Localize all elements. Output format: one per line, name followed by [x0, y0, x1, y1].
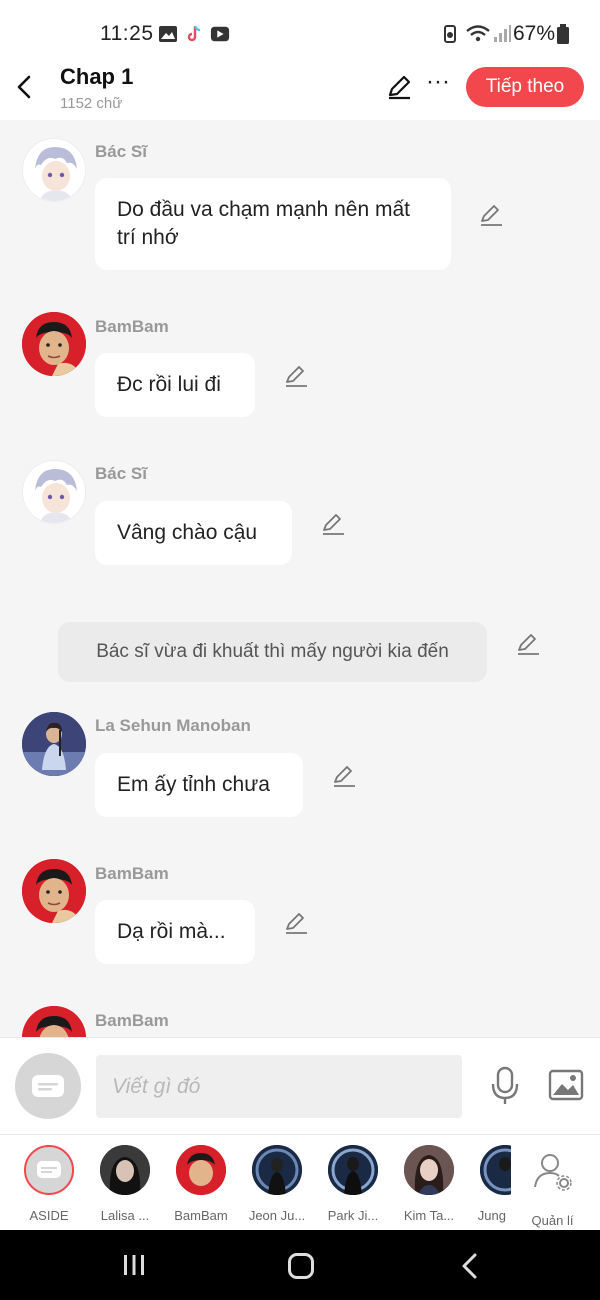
- character-label: Kim Ta...: [403, 1208, 455, 1223]
- speaker-name: BamBam: [95, 317, 169, 336]
- avatar-bac-si[interactable]: [22, 138, 86, 202]
- message-bubble[interactable]: Vâng chào cậu: [95, 501, 292, 565]
- edit-message-icon[interactable]: [283, 910, 309, 936]
- speaker-name: Bác Sĩ: [95, 142, 147, 161]
- image-icon[interactable]: [548, 1068, 584, 1102]
- edit-pen-icon[interactable]: [385, 73, 413, 101]
- character-lalisa[interactable]: Lalisa ...: [87, 1145, 163, 1223]
- aside-chat-icon: [32, 1075, 64, 1097]
- system-nav-bar: [0, 1230, 600, 1300]
- next-chapter-button[interactable]: Tiếp theo: [466, 67, 584, 107]
- edit-message-icon[interactable]: [478, 202, 504, 228]
- avatar: [176, 1145, 226, 1195]
- character-park-ji[interactable]: Park Ji...: [315, 1145, 391, 1223]
- character-bambam[interactable]: BamBam: [163, 1145, 239, 1223]
- avatar: [404, 1145, 454, 1195]
- avatar: [100, 1145, 150, 1195]
- status-bar: 11:25 67%: [0, 0, 600, 60]
- manage-label: Quản lí: [531, 1213, 574, 1228]
- avatar-bambam[interactable]: [22, 1006, 86, 1037]
- microphone-icon[interactable]: [490, 1066, 520, 1106]
- back-arrow-icon[interactable]: [10, 72, 40, 102]
- avatar: [252, 1145, 302, 1195]
- manage-characters-button[interactable]: Quản lí: [515, 1145, 590, 1228]
- message-bubble[interactable]: Đc rồi lui đi: [95, 353, 255, 417]
- chapter-header: Chap 1 1152 chữ ··· Tiếp theo: [0, 60, 600, 120]
- edit-message-icon[interactable]: [515, 631, 541, 657]
- character-label: ASIDE: [29, 1208, 69, 1223]
- youtube-icon: [210, 26, 230, 42]
- character-aside[interactable]: ASIDE: [11, 1145, 87, 1223]
- character-jeon-ju[interactable]: Jeon Ju...: [239, 1145, 315, 1223]
- aside-avatar: [24, 1145, 74, 1195]
- avatar-la-sehun-manoban[interactable]: [22, 712, 86, 776]
- speaker-name: BamBam: [95, 1011, 169, 1030]
- speaker-name: La Sehun Manoban: [95, 716, 251, 735]
- chat-area: Bác Sĩ Do đầu va chạm mạnh nên mất trí n…: [0, 120, 600, 1037]
- aside-toggle-button[interactable]: [15, 1053, 81, 1119]
- character-label: BamBam: [174, 1208, 228, 1223]
- nav-back-icon[interactable]: [458, 1253, 482, 1279]
- gallery-icon: [159, 26, 177, 42]
- more-options-icon[interactable]: ···: [425, 70, 451, 100]
- message-bubble[interactable]: Do đầu va chạm mạnh nên mất trí nhớ: [95, 178, 451, 270]
- narration-bubble[interactable]: Bác sĩ vừa đi khuất thì mấy người kia đế…: [58, 622, 487, 682]
- chapter-title: Chap 1: [60, 64, 134, 89]
- tiktok-icon: [187, 25, 201, 42]
- message-bubble[interactable]: Em ấy tỉnh chưa: [95, 753, 303, 817]
- wifi-icon: [466, 25, 490, 42]
- character-jung[interactable]: Jung: [467, 1145, 511, 1223]
- character-label: Jeon Ju...: [248, 1208, 306, 1223]
- word-count: 1152 chữ: [60, 95, 123, 112]
- message-input[interactable]: Viết gì đó: [96, 1055, 462, 1118]
- battery-icon: [557, 24, 569, 44]
- battery-percent: 67%: [513, 22, 556, 45]
- character-kim-ta[interactable]: Kim Ta...: [391, 1145, 467, 1223]
- edit-message-icon[interactable]: [283, 363, 309, 389]
- character-label: Jung: [477, 1208, 506, 1223]
- home-icon[interactable]: [288, 1253, 314, 1279]
- recent-apps-icon[interactable]: [122, 1254, 146, 1276]
- message-composer: Viết gì đó: [0, 1037, 600, 1134]
- avatar-bambam[interactable]: [22, 859, 86, 923]
- character-label: Lalisa ...: [100, 1208, 150, 1223]
- avatar: [480, 1145, 511, 1195]
- status-time: 11:25: [100, 22, 154, 45]
- character-label: Park Ji...: [327, 1208, 379, 1223]
- character-bar: ASIDE Lalisa ... BamBam Jeon Ju... Park …: [0, 1134, 600, 1230]
- avatar-bac-si[interactable]: [22, 460, 86, 524]
- edit-message-icon[interactable]: [320, 511, 346, 537]
- edit-message-icon[interactable]: [331, 763, 357, 789]
- signal-icon: [494, 25, 511, 42]
- user-settings-icon: [533, 1154, 572, 1191]
- avatar-bambam[interactable]: [22, 312, 86, 376]
- message-bubble[interactable]: Dạ rồi mà...: [95, 900, 255, 964]
- battery-saver-icon: [444, 25, 456, 43]
- speaker-name: Bác Sĩ: [95, 464, 147, 483]
- speaker-name: BamBam: [95, 864, 169, 883]
- avatar: [328, 1145, 378, 1195]
